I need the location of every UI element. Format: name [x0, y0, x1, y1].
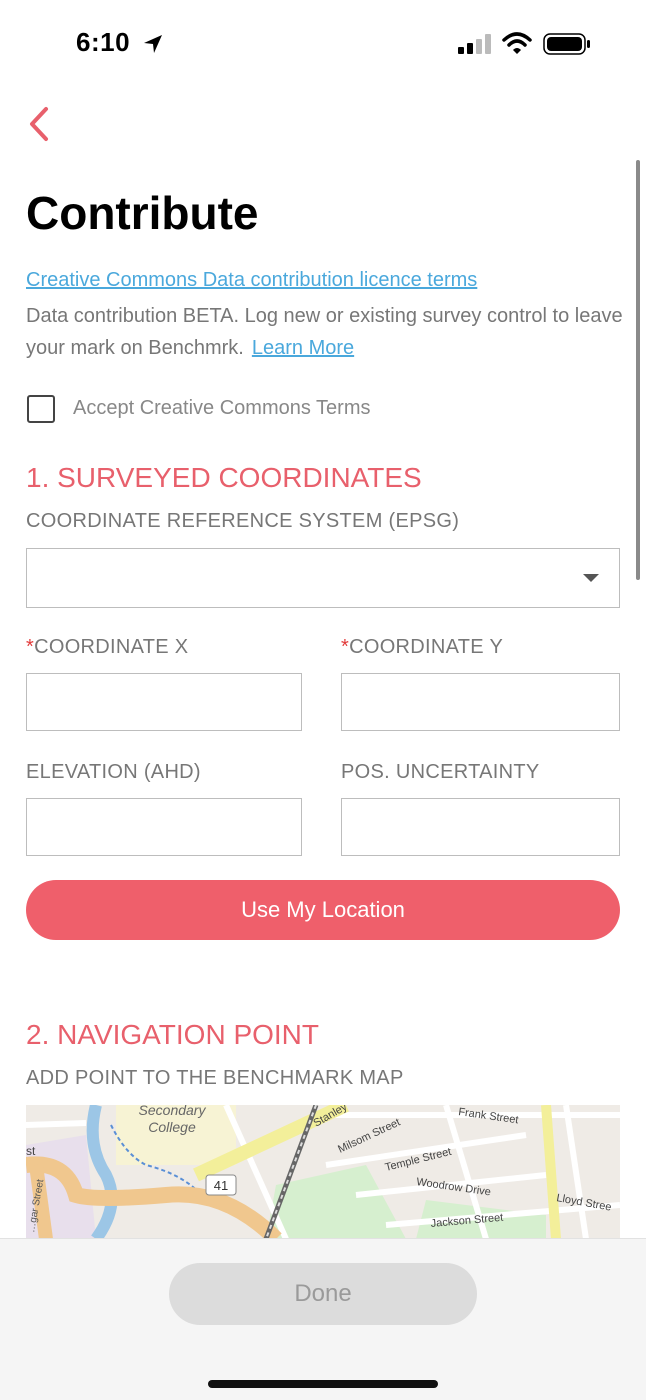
elevation-label: ELEVATION (AHD) — [26, 761, 201, 783]
page-title: Contribute — [26, 187, 259, 239]
dropdown-caret-icon — [583, 574, 599, 582]
coordinate-x-label: *COORDINATE X — [26, 636, 188, 659]
coordinate-x-input[interactable] — [26, 673, 302, 731]
location-arrow-icon — [142, 33, 164, 60]
chevron-left-icon — [30, 107, 48, 141]
coordinate-x-label-text: COORDINATE X — [34, 636, 189, 658]
use-my-location-button[interactable]: Use My Location — [26, 880, 620, 940]
map-label-st: st — [26, 1144, 36, 1158]
crs-select[interactable] — [26, 548, 620, 608]
bottom-bar: Done — [0, 1238, 646, 1400]
elevation-input[interactable] — [26, 798, 302, 856]
required-marker: * — [341, 636, 350, 658]
home-indicator — [208, 1380, 438, 1388]
back-button[interactable] — [26, 104, 56, 144]
section-surveyed-coordinates-title: 1. SURVEYED COORDINATES — [26, 462, 422, 493]
battery-icon — [543, 33, 591, 60]
done-button[interactable]: Done — [169, 1263, 477, 1325]
coordinate-y-label: *COORDINATE Y — [341, 636, 503, 659]
learn-more-link[interactable]: Learn More — [252, 337, 354, 359]
uncertainty-label: POS. UNCERTAINTY — [341, 761, 540, 783]
coordinate-y-input[interactable] — [341, 673, 620, 731]
uncertainty-input[interactable] — [341, 798, 620, 856]
licence-terms-link[interactable]: Creative Commons Data contribution licen… — [26, 269, 477, 292]
benchmark-map[interactable]: 41 Secondary College st …gar Street Stan… — [26, 1105, 620, 1239]
accept-terms-checkbox[interactable] — [27, 395, 55, 423]
cellular-signal-icon — [458, 34, 492, 59]
description: Data contribution BETA. Log new or exist… — [26, 300, 626, 364]
crs-label: COORDINATE REFERENCE SYSTEM (EPSG) — [26, 510, 460, 532]
map-label-college-line2: College — [148, 1119, 196, 1135]
accept-terms-label: Accept Creative Commons Terms — [73, 397, 371, 419]
status-time: 6:10 — [76, 27, 131, 57]
wifi-icon — [502, 31, 532, 60]
navigation-subtitle: ADD POINT TO THE BENCHMARK MAP — [26, 1067, 404, 1089]
scrollbar[interactable] — [636, 160, 640, 580]
map-label-college-line1: Secondary — [139, 1105, 207, 1118]
map-label-route: 41 — [214, 1178, 228, 1193]
status-bar: 6:10 — [0, 0, 646, 90]
required-marker: * — [26, 636, 35, 658]
section-navigation-point-title: 2. NAVIGATION POINT — [26, 1019, 320, 1050]
coordinate-y-label-text: COORDINATE Y — [349, 636, 504, 658]
